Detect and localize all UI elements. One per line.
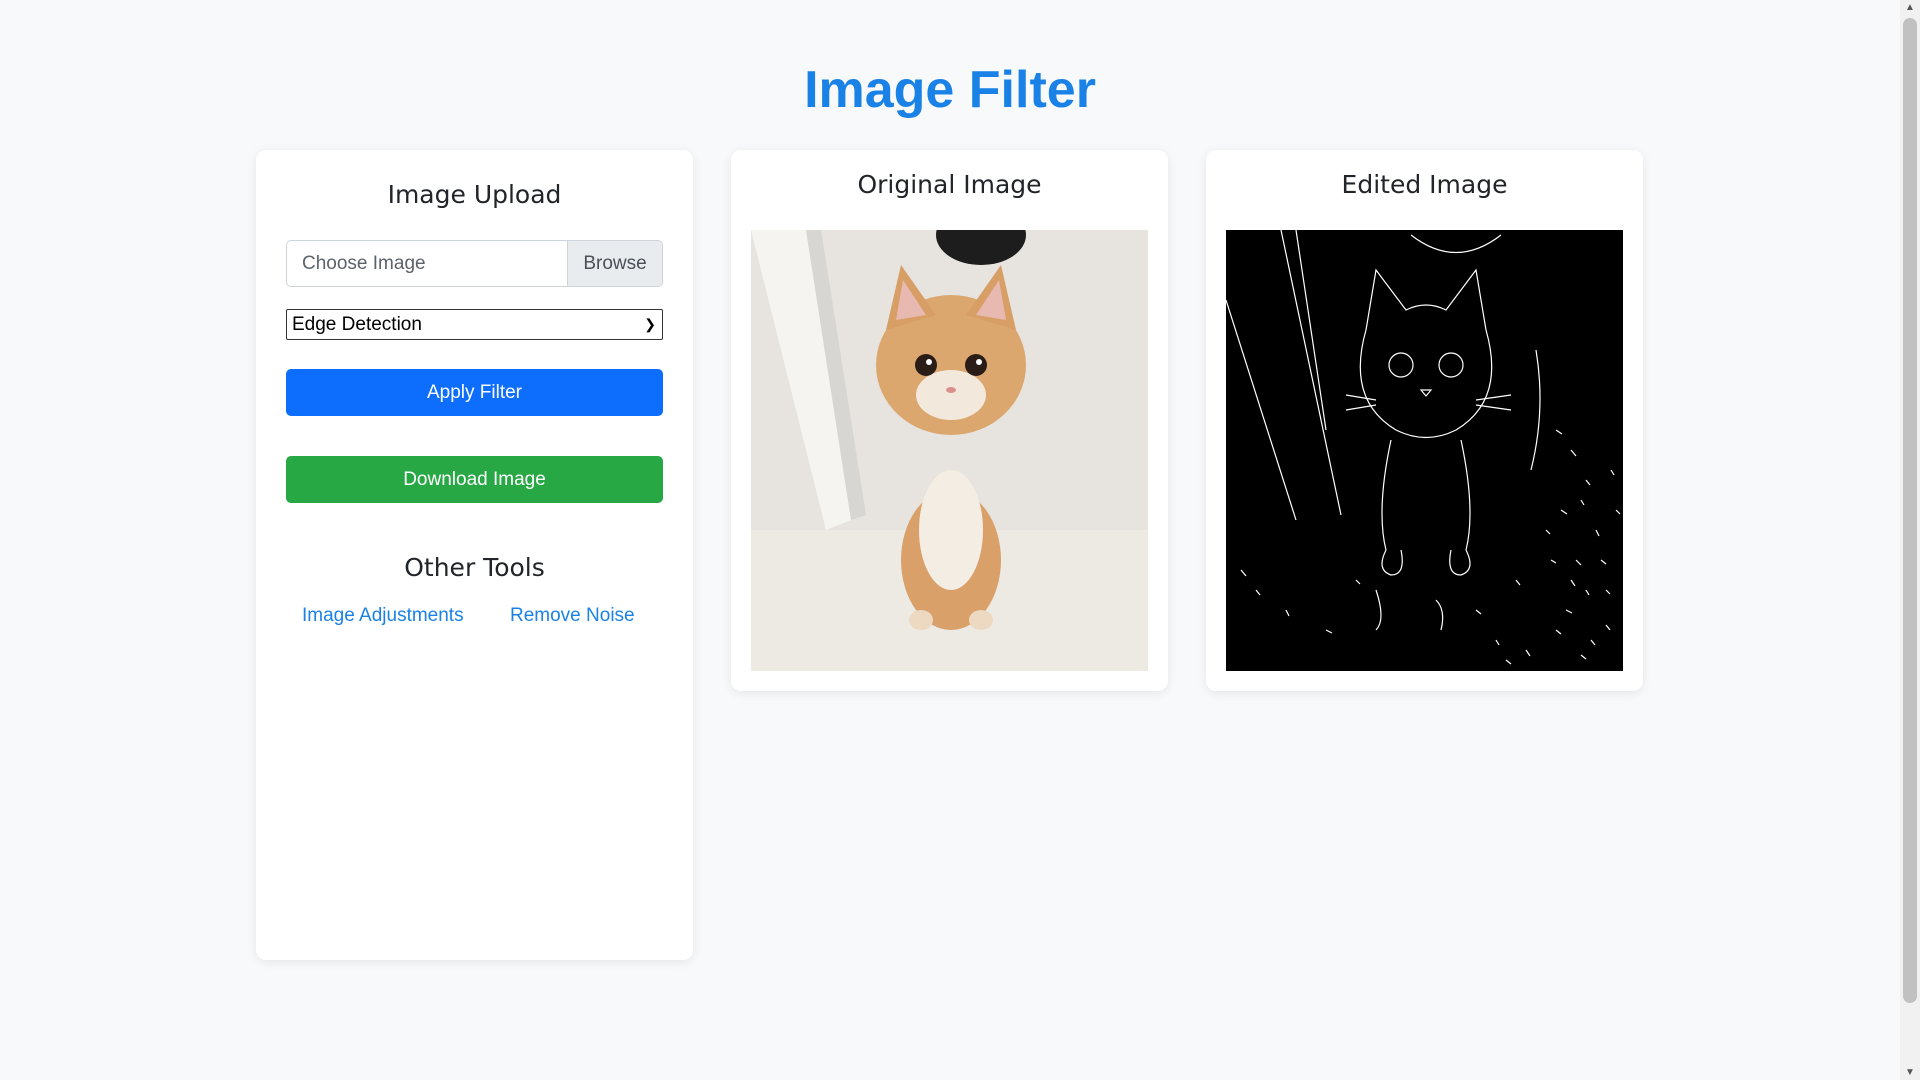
scroll-down-icon[interactable]: ▼ <box>1905 1067 1915 1078</box>
upload-card: Image Upload Choose Image Browse Edge De… <box>256 150 693 960</box>
chevron-down-icon: ❯ <box>644 316 656 332</box>
page-title: Image Filter <box>804 61 1096 119</box>
edited-image-card: Edited Image <box>1206 150 1643 691</box>
page-scrollbar[interactable]: ▲ ▼ <box>1900 0 1920 1080</box>
other-tools-heading: Other Tools <box>404 553 545 582</box>
original-image-heading: Original Image <box>857 170 1042 199</box>
browse-button[interactable]: Browse <box>567 241 662 286</box>
scroll-up-icon[interactable]: ▲ <box>1905 2 1915 13</box>
remove-noise-link[interactable]: Remove Noise <box>510 605 635 627</box>
upload-heading: Image Upload <box>387 180 562 209</box>
filter-select[interactable]: Edge Detection ❯ <box>286 309 663 340</box>
filter-select-value: Edge Detection <box>292 314 422 335</box>
edited-image <box>1226 230 1623 671</box>
file-input-label[interactable]: Choose Image <box>287 241 567 286</box>
file-input[interactable]: Choose Image Browse <box>286 240 663 287</box>
original-image-card: Original Image <box>731 150 1168 691</box>
original-image <box>751 230 1148 671</box>
edited-image-heading: Edited Image <box>1341 170 1508 199</box>
download-image-button[interactable]: Download Image <box>286 456 663 503</box>
image-adjustments-link[interactable]: Image Adjustments <box>302 605 464 627</box>
apply-filter-button[interactable]: Apply Filter <box>286 369 663 416</box>
scroll-thumb[interactable] <box>1903 18 1917 1003</box>
